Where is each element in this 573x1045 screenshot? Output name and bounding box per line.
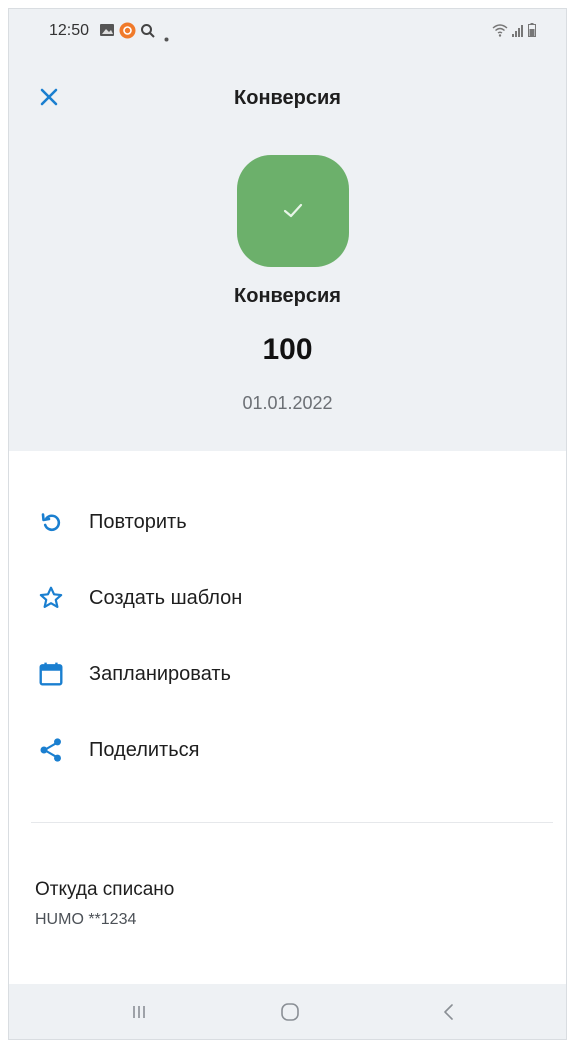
home-button[interactable] <box>270 998 310 1026</box>
gallery-icon <box>99 23 115 42</box>
share-label: Поделиться <box>89 738 200 761</box>
wifi-icon <box>492 23 508 42</box>
operation-name: Конверсия <box>234 285 341 307</box>
back-button[interactable] <box>429 998 469 1026</box>
calendar-icon <box>37 660 65 688</box>
page-title: Конверсия <box>234 87 341 109</box>
status-right-icons <box>492 23 536 42</box>
navigation-bar <box>9 984 566 1039</box>
phone-screen: 12:50 Конверсия Конверсия 100 01.01.2022… <box>9 9 566 1039</box>
signal-icon <box>512 24 524 42</box>
operation-amount: 100 <box>262 333 313 366</box>
source-card: HUMO **1234 <box>35 911 137 928</box>
battery-icon <box>528 23 536 42</box>
repeat-action[interactable]: Повторить <box>9 494 566 550</box>
repeat-icon <box>37 508 65 536</box>
home-icon <box>281 1003 299 1021</box>
schedule-label: Запланировать <box>89 662 231 685</box>
source-title: Откуда списано <box>35 879 175 900</box>
divider <box>31 822 553 823</box>
search-icon <box>140 23 156 44</box>
operation-date: 01.01.2022 <box>242 393 333 413</box>
create-template-label: Создать шаблон <box>89 586 243 609</box>
status-time: 12:50 <box>49 22 90 39</box>
create-template-action[interactable]: Создать шаблон <box>9 570 566 626</box>
share-icon <box>37 736 65 764</box>
dot-icon <box>164 29 169 47</box>
share-action[interactable]: Поделиться <box>9 722 566 778</box>
star-icon <box>37 584 65 612</box>
recent-apps-button[interactable] <box>119 998 159 1026</box>
success-badge <box>237 155 349 267</box>
schedule-action[interactable]: Запланировать <box>9 646 566 702</box>
status-bar: 12:50 <box>9 9 566 55</box>
back-icon <box>444 1004 453 1020</box>
transaction-header: Конверсия Конверсия 100 01.01.2022 <box>9 55 566 451</box>
checkmark-icon <box>283 203 303 218</box>
repeat-label: Повторить <box>89 510 187 533</box>
recent-apps-icon <box>133 1006 145 1018</box>
app-notification-icon <box>119 22 136 44</box>
